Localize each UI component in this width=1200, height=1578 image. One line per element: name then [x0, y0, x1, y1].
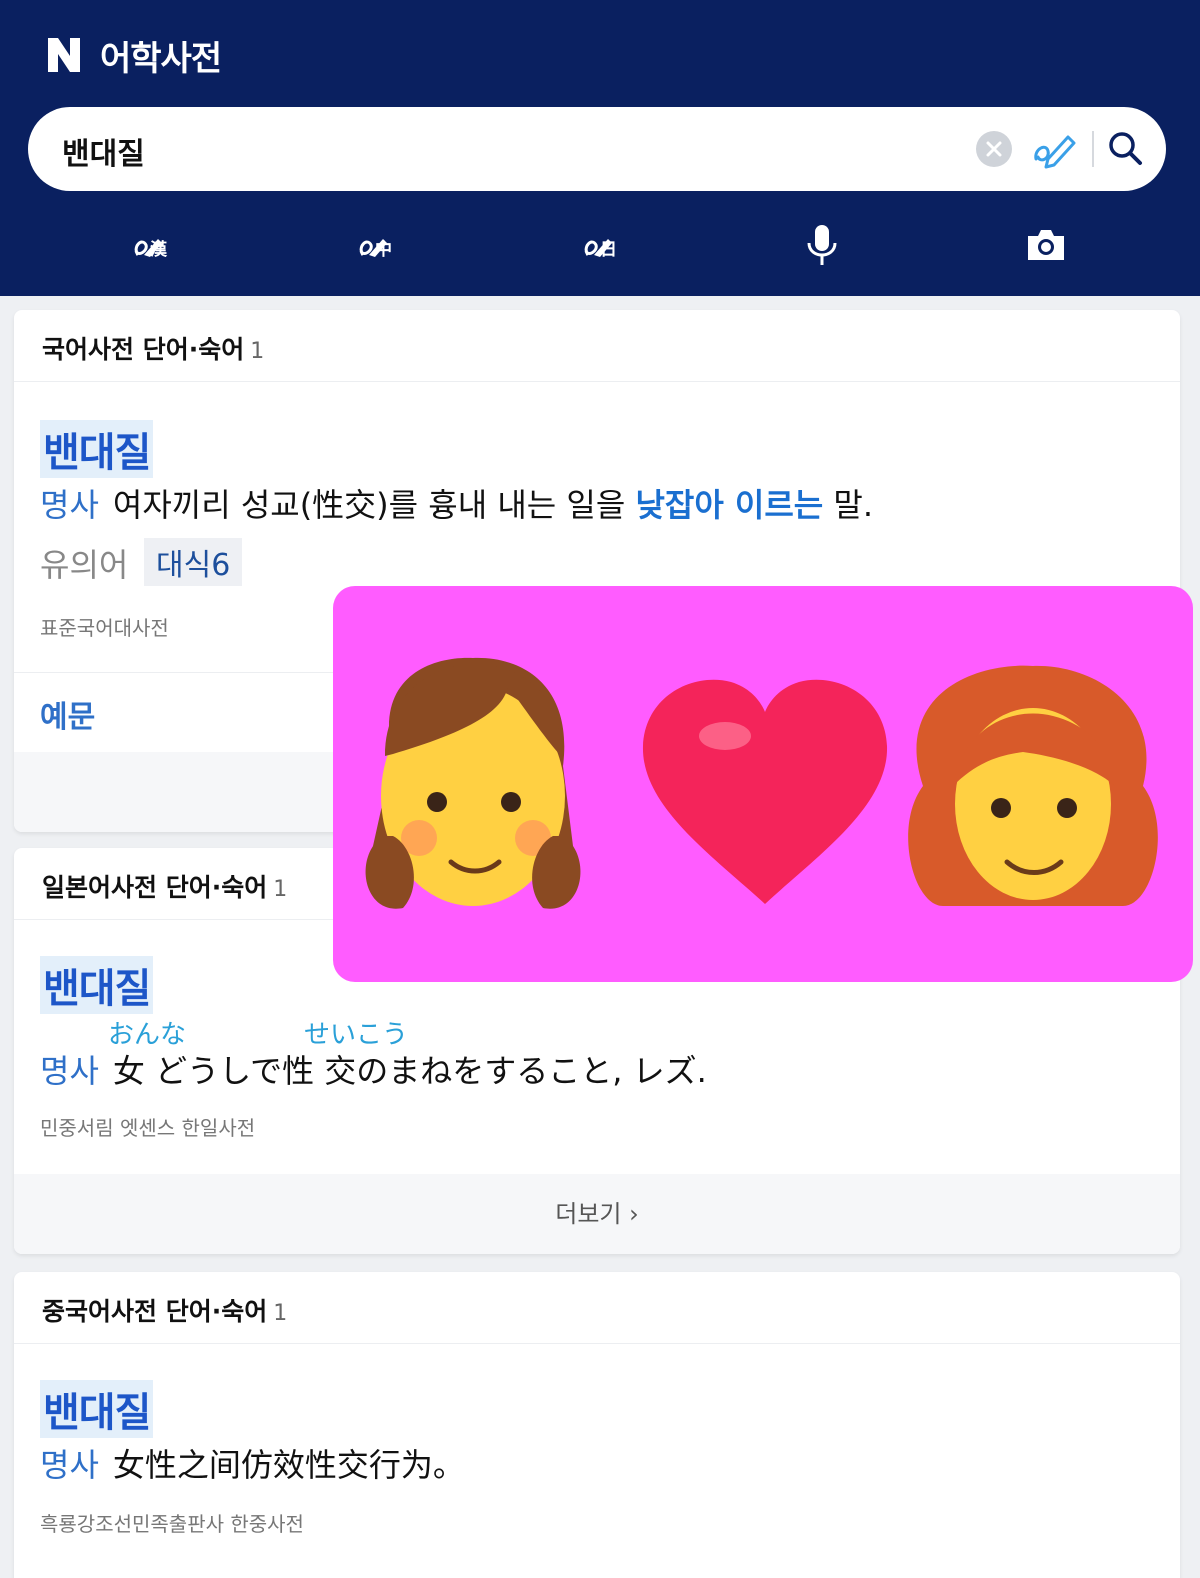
- camera-icon: [1028, 230, 1064, 260]
- brand[interactable]: 어학사전: [44, 30, 222, 80]
- app-header: 어학사전 밴대질 漢 中 日: [0, 0, 1200, 296]
- handwriting-pen-icon: [1034, 135, 1076, 169]
- definition: 명사 女 どうしで性 交のまねをすること, レズ.: [40, 1052, 707, 1090]
- definition: 명사 여자끼리 성교(性交)를 흉내 내는 일을 낮잡아 이르는 말.: [40, 486, 874, 524]
- card-title: 국어사전 단어·숙어 1: [14, 310, 1180, 382]
- part-of-speech: 명사: [40, 1446, 99, 1484]
- part-of-speech: 명사: [40, 486, 99, 524]
- entry-word[interactable]: 밴대질: [40, 956, 154, 1014]
- red-heart-emoji: [642, 679, 888, 904]
- tab-examples[interactable]: 예문: [40, 692, 95, 736]
- japanese-handwriting-tool[interactable]: 日: [568, 215, 628, 275]
- search-button[interactable]: [1106, 129, 1146, 169]
- clear-search-button[interactable]: [976, 131, 1012, 167]
- divider: [1092, 131, 1094, 167]
- naver-logo-icon: [44, 34, 84, 76]
- source-label: 표준국어대사전: [40, 616, 169, 640]
- handwriting-button[interactable]: [1032, 129, 1078, 169]
- definition: 명사 女性之间仿效性交行为。: [40, 1446, 465, 1484]
- hanja-handwriting-tool[interactable]: 漢: [118, 215, 178, 275]
- camera-search-tool[interactable]: [1016, 215, 1076, 275]
- emoji-overlay-image: [333, 586, 1193, 982]
- search-bar[interactable]: 밴대질: [28, 107, 1166, 191]
- card-title: 중국어사전 단어·숙어 1: [14, 1272, 1180, 1344]
- input-tools: 漢 中 日: [0, 215, 1200, 275]
- search-input[interactable]: 밴대질: [62, 129, 145, 173]
- source-label: 민중서림 엣센스 한일사전: [40, 1116, 256, 1140]
- entry-word[interactable]: 밴대질: [40, 1380, 154, 1438]
- voice-search-tool[interactable]: [792, 215, 852, 275]
- more-button[interactable]: 더보기 ›: [14, 1174, 1180, 1254]
- microphone-icon: [807, 225, 837, 265]
- woman-red-hair-emoji: [908, 665, 1158, 906]
- synonym-label: 유의어: [40, 546, 129, 584]
- source-label: 흑룡강조선민족출판사 한중사전: [40, 1512, 304, 1536]
- entry-word[interactable]: 밴대질: [40, 420, 154, 478]
- girl-emoji: [365, 657, 581, 909]
- search-icon: [1109, 132, 1142, 165]
- brand-title: 어학사전: [100, 38, 222, 79]
- chinese-dictionary-card: 중국어사전 단어·숙어 1 밴대질 명사 女性之间仿效性交行为。 흑룡강조선민족출판…: [14, 1272, 1180, 1578]
- chinese-handwriting-tool[interactable]: 中: [343, 215, 403, 275]
- definition-link[interactable]: 낮잡아 이르는: [635, 486, 823, 524]
- part-of-speech: 명사: [40, 1052, 99, 1090]
- close-icon: [986, 141, 1002, 157]
- synonym-link[interactable]: 대식6: [144, 538, 243, 586]
